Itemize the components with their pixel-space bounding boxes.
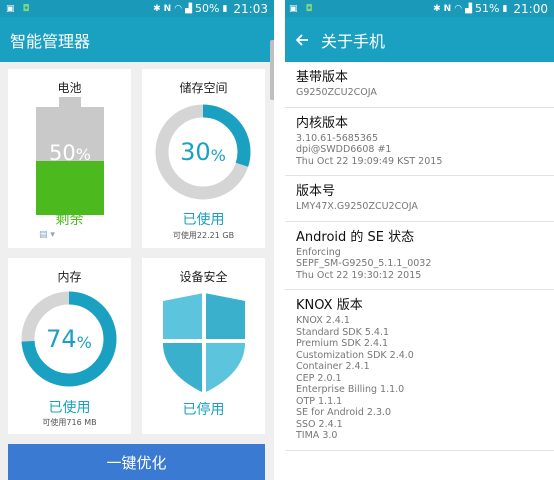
- info-item-title: 内核版本: [296, 115, 349, 131]
- app-bar: 关于手机: [285, 17, 554, 62]
- storage-unit: %: [210, 145, 226, 165]
- android-icon: ◘: [305, 3, 313, 14]
- signal-icon: ▟: [185, 3, 192, 14]
- battery-icon: ▮: [502, 3, 508, 14]
- nfc-icon: N: [443, 3, 452, 14]
- info-item-value: G9250ZCU2COJA: [296, 87, 377, 98]
- app-title: 智能管理器: [10, 31, 91, 51]
- info-item-title: 基带版本: [296, 70, 349, 85]
- memory-unit: %: [76, 332, 92, 352]
- info-item-value: Standard SDK 5.4.1: [296, 326, 390, 338]
- clock: 21:03: [233, 1, 268, 16]
- app-bar: 智能管理器: [0, 17, 274, 62]
- info-item-value: Customization SDK 2.4.0: [296, 349, 414, 361]
- info-item-value: TIMA 3.0: [296, 430, 338, 441]
- storage-ring: 30%: [155, 104, 251, 200]
- battery-card[interactable]: 电池 50% 剩余 ▤ ▾: [8, 69, 131, 248]
- battery-icon: ▮: [222, 3, 228, 14]
- info-item[interactable]: KNOX 版本 KNOX 2.4.1 Standard SDK 5.4.1 Premi…: [285, 290, 554, 451]
- storage-card[interactable]: 储存空间 30% 已使用 可使用22.21 GB: [142, 69, 265, 248]
- screenshot-icon: ▣: [289, 3, 298, 14]
- memory-ring: 74%: [21, 291, 117, 387]
- memory-value: 74: [46, 325, 77, 353]
- info-item-value: Thu Oct 22 19:09:49 KST 2015: [296, 155, 443, 167]
- info-item[interactable]: 基带版本 G9250ZCU2COJA: [285, 62, 554, 108]
- clock: 21:00: [513, 1, 548, 16]
- info-item-value: LMY47X.G9250ZCU2COJA: [296, 201, 418, 212]
- smart-manager-screen: ▣ ◘ ✱ N ◠ ▟ 50% ▮ 21:03 智能管理器 电池 50% 剩余: [0, 0, 274, 480]
- security-card-title: 设备安全: [179, 270, 228, 284]
- info-item-title: KNOX 版本: [296, 298, 363, 313]
- info-item-value: Thu Oct 22 19:30:12 2015: [296, 269, 422, 281]
- security-status: 已停用: [182, 402, 225, 418]
- battery-percent: 50%: [195, 2, 220, 15]
- info-item-value: CEP 2.0.1: [296, 372, 342, 384]
- battery-percent-label: 50%: [36, 141, 104, 165]
- info-item-value: Enforcing: [296, 246, 341, 258]
- memory-card[interactable]: 内存 74% 已使用 可使用716 MB: [8, 258, 131, 434]
- bluetooth-icon: ✱: [433, 3, 441, 14]
- info-item-value: Enterprise Billing 1.1.0: [296, 384, 405, 395]
- android-icon: ◘: [22, 3, 30, 14]
- bluetooth-icon: ✱: [153, 3, 161, 14]
- battery-mode-icon[interactable]: ▤ ▾: [39, 230, 55, 240]
- info-item-title: Android 的 SE 状态: [296, 229, 415, 245]
- wifi-icon: ◠: [454, 3, 463, 14]
- page-title: 关于手机: [321, 31, 386, 51]
- memory-card-title: 内存: [57, 270, 82, 284]
- info-item-value: Container 2.4.1: [296, 361, 370, 372]
- security-card[interactable]: 设备安全 已停用: [142, 258, 265, 434]
- back-arrow-icon[interactable]: [295, 33, 309, 47]
- status-bar: ▣ ◘ ✱ N ◠ ▟ 51% ▮ 21:00: [285, 0, 554, 17]
- info-item-value: SEPF_SM-G9250_5.1.1_0032: [296, 258, 432, 269]
- info-item[interactable]: Android 的 SE 状态 Enforcing SEPF_SM-G9250_5.…: [285, 222, 554, 290]
- wifi-icon: ◠: [174, 3, 183, 14]
- memory-percent-label: 74%: [21, 291, 117, 387]
- info-item-title: 版本号: [296, 184, 336, 199]
- info-item-value: 3.10.61-5685365: [296, 132, 378, 144]
- storage-available: 可使用22.21 GB: [172, 231, 235, 240]
- memory-available: 可使用716 MB: [42, 418, 97, 427]
- info-item[interactable]: 版本号 LMY47X.G9250ZCU2COJA: [285, 176, 554, 222]
- storage-percent-label: 30%: [155, 104, 251, 200]
- status-bar: ▣ ◘ ✱ N ◠ ▟ 50% ▮ 21:03: [0, 0, 274, 17]
- info-item[interactable]: 内核版本 3.10.61-5685365 dpi@SWDD6608 #1 Thu Oc…: [285, 108, 554, 176]
- memory-status: 已使用: [48, 400, 91, 416]
- battery-unit: %: [75, 145, 91, 164]
- about-phone-screen: ▣ ◘ ✱ N ◠ ▟ 51% ▮ 21:00 关于手机 基带版本 G9250ZC…: [285, 0, 554, 480]
- info-list: 基带版本 G9250ZCU2COJA 内核版本 3.10.61-5685365 dpi@…: [285, 62, 554, 451]
- nfc-icon: N: [163, 3, 172, 14]
- info-item-value: KNOX 2.4.1: [296, 315, 350, 326]
- battery-cap: [59, 97, 81, 107]
- battery-value: 50: [49, 141, 76, 165]
- signal-icon: ▟: [465, 3, 472, 14]
- info-item-value: OTP 1.1.1: [296, 395, 343, 407]
- battery-body: 50%: [36, 107, 104, 215]
- info-item-value: Premium SDK 2.4.1: [296, 338, 389, 349]
- screen-divider: [274, 0, 285, 480]
- storage-status: 已使用: [182, 212, 225, 228]
- battery-percent: 51%: [475, 2, 500, 15]
- battery-fill: [36, 161, 104, 215]
- info-item-value: SE for Android 2.3.0: [296, 407, 392, 418]
- shield-icon: [163, 293, 245, 393]
- optimize-button[interactable]: 一键优化: [8, 444, 265, 480]
- storage-card-title: 储存空间: [179, 81, 228, 95]
- info-item-value: dpi@SWDD6608 #1: [296, 144, 392, 155]
- battery-card-title: 电池: [57, 81, 82, 95]
- info-item-value: SSO 2.4.1: [296, 418, 343, 430]
- battery-status: 剩余: [55, 212, 84, 228]
- battery-gauge: 50%: [36, 97, 104, 215]
- screenshot-icon: ▣: [6, 3, 15, 14]
- storage-value: 30: [180, 138, 211, 166]
